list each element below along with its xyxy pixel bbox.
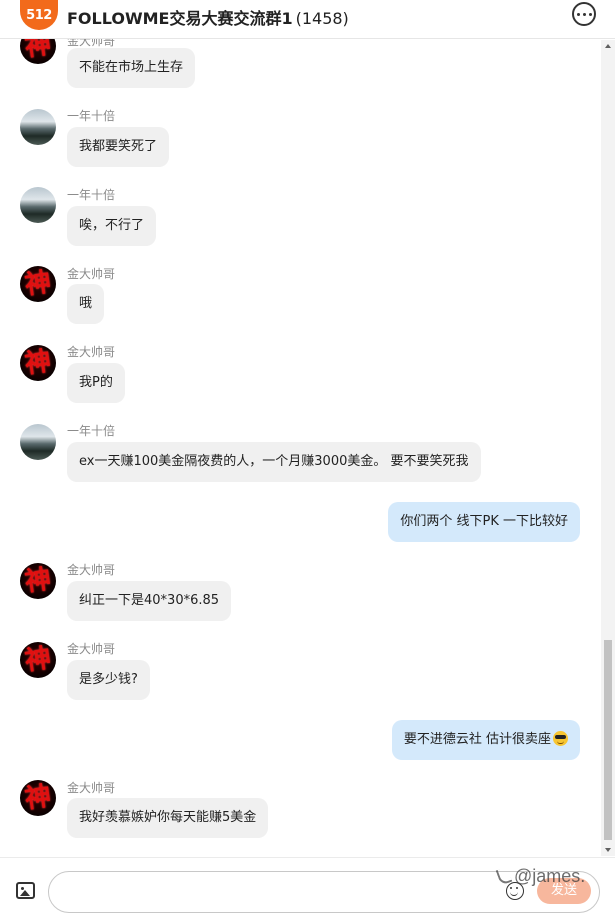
own-message-bubble: 你们两个 线下PK 一下比较好 [388, 502, 580, 542]
message-bubble: 唉，不行了 [67, 206, 157, 246]
sender-name: 一年十倍 [67, 109, 116, 123]
sunglasses-emoji-icon [553, 731, 568, 746]
avatar[interactable] [20, 424, 56, 460]
shen-character: 神 [23, 267, 53, 301]
shen-character: 神 [23, 564, 53, 598]
group-title: FOLLOWME交易大赛交流群1 (1458) [67, 5, 349, 29]
sender-name: 金大帅哥 [67, 563, 116, 577]
dot [576, 12, 580, 16]
avatar[interactable]: 神 [20, 780, 56, 816]
message-bubble: 我好羡慕嫉妒你每天能赚5美金 [67, 798, 269, 838]
sender-name: 金大帅哥 [67, 642, 116, 656]
avatar[interactable] [20, 109, 56, 145]
member-count: (1458) [295, 9, 349, 28]
message-bubble: 不能在市场上生存 [67, 48, 196, 88]
message-bubble: ex一天赚100美金隔夜费的人，一个月赚3000美金。 要不要笑死我 [67, 442, 481, 482]
scroll-down-arrow-icon[interactable] [605, 848, 611, 852]
group-name: FOLLOWME交易大赛交流群1 [67, 9, 293, 28]
scroll-up-arrow-icon[interactable] [605, 44, 611, 48]
dot [588, 12, 592, 16]
avatar[interactable]: 神 [20, 563, 56, 599]
sender-name: 金大帅哥 [67, 267, 116, 281]
shen-character: 神 [23, 643, 53, 677]
message-bubble: 我都要笑死了 [67, 127, 170, 167]
image-icon[interactable] [16, 882, 35, 899]
avatar[interactable]: 神 [20, 266, 56, 302]
message-bubble: 我P的 [67, 363, 125, 403]
avatar[interactable]: 神 [20, 345, 56, 381]
group-logo[interactable]: 512 [20, 0, 58, 30]
chat-header: 512 FOLLOWME交易大赛交流群1 (1458) [0, 0, 615, 39]
message-list[interactable]: 神 金大帅哥 不能在市场上生存 一年十倍 我都要笑死了 一年十倍 唉，不行了 神… [0, 0, 600, 856]
message-bubble: 哦 [67, 284, 105, 324]
sender-name: 金大帅哥 [67, 345, 116, 359]
avatar[interactable]: 神 [20, 642, 56, 678]
scrollbar[interactable] [601, 40, 615, 856]
weibo-logo-icon [495, 866, 513, 886]
shen-character: 神 [23, 346, 53, 380]
chat-window: 神 金大帅哥 不能在市场上生存 一年十倍 我都要笑死了 一年十倍 唉，不行了 神… [0, 0, 615, 918]
sender-name: 金大帅哥 [67, 781, 116, 795]
sender-name: 一年十倍 [67, 188, 116, 202]
avatar[interactable] [20, 187, 56, 223]
dot [582, 12, 586, 16]
scrollbar-thumb[interactable] [604, 640, 612, 840]
watermark: @james. [495, 866, 586, 887]
own-message-bubble: 要不进德云社 估计很卖座 [391, 720, 580, 760]
sender-name: 一年十倍 [67, 424, 116, 438]
message-bubble: 纠正一下是40*30*6.85 [67, 581, 232, 621]
watermark-text: @james. [514, 866, 586, 886]
shen-character: 神 [23, 781, 53, 815]
message-text: 要不进德云社 估计很卖座 [403, 732, 551, 747]
message-bubble: 是多少钱? [67, 660, 150, 700]
more-options-icon[interactable] [572, 2, 596, 26]
